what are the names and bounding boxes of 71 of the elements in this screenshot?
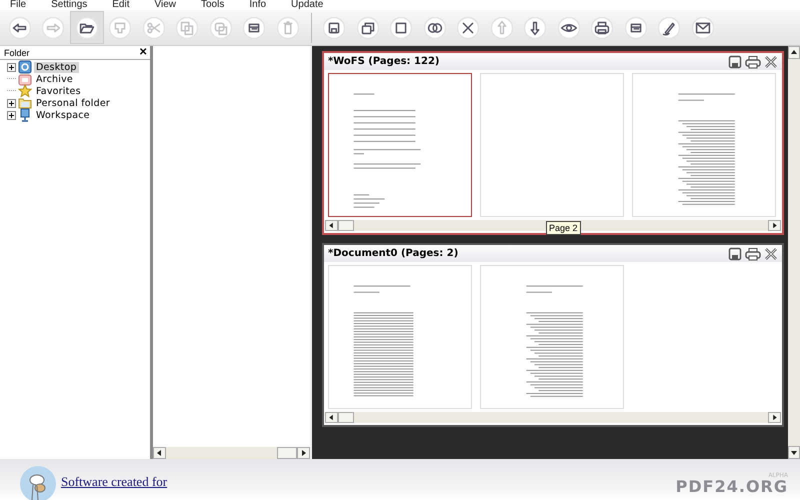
computer-icon: [18, 108, 32, 122]
page-thumbnail[interactable]: [328, 73, 472, 217]
vertical-scrollbar[interactable]: [788, 46, 800, 459]
expand-toggle[interactable]: [7, 62, 16, 72]
grid-icon: [624, 16, 647, 38]
save-icon[interactable]: [728, 246, 742, 260]
down-icon: [524, 16, 546, 38]
right-arrow-icon[interactable]: [770, 413, 779, 422]
grid-icon: [243, 16, 266, 38]
toolbar-button[interactable]: [70, 11, 104, 44]
save-icon: [323, 16, 346, 38]
left-arrow-icon[interactable]: [327, 221, 336, 230]
eye-icon: [558, 16, 580, 38]
back-icon: [8, 16, 31, 38]
forward-icon: [42, 16, 64, 38]
pen-icon: [658, 16, 680, 38]
sheep-logo-icon: [20, 466, 56, 500]
save-icon[interactable]: [728, 54, 742, 68]
tree-item[interactable]: Workspace: [34, 110, 92, 120]
down-arrow-icon[interactable]: [789, 448, 799, 457]
menu-item[interactable]: Update: [291, 0, 324, 10]
paste-icon: [210, 16, 232, 38]
horizontal-scrollbar[interactable]: [153, 447, 310, 459]
link[interactable]: Software created for: [61, 474, 168, 490]
tree-item[interactable]: Personal folder: [34, 98, 112, 108]
brand-logo: PDF24.ORG: [676, 479, 788, 495]
up-arrow-icon[interactable]: [789, 48, 799, 57]
panel-title: Folder: [4, 48, 30, 58]
archive-icon: [18, 72, 32, 86]
document-title: *Document0 (Pages: 2): [328, 248, 458, 259]
menu-item[interactable]: Info: [249, 0, 266, 10]
save-all-icon: [356, 16, 379, 38]
menu-item[interactable]: Settings: [51, 0, 88, 10]
scroll-thumb[interactable]: [277, 447, 297, 459]
scroll-thumb[interactable]: [338, 220, 354, 231]
copy-icon: [176, 16, 198, 38]
left-arrow-icon[interactable]: [155, 448, 164, 458]
join-icon: [424, 16, 446, 38]
close-button[interactable]: ✕: [139, 46, 147, 58]
close-icon[interactable]: [764, 54, 778, 68]
mail-icon: [692, 16, 714, 38]
print-icon[interactable]: [745, 54, 761, 68]
tree-item[interactable]: Archive: [34, 74, 75, 84]
up-icon: [490, 16, 513, 38]
trash-icon: [276, 16, 299, 38]
tree-item[interactable]: Desktop: [34, 62, 79, 72]
horizontal-scrollbar[interactable]: [325, 220, 781, 231]
tree-item[interactable]: Favorites: [34, 86, 83, 96]
expand-toggle[interactable]: [7, 110, 16, 120]
scroll-thumb[interactable]: [338, 412, 354, 423]
print-icon[interactable]: [745, 246, 761, 260]
cut-icon: [142, 16, 165, 38]
open-icon: [76, 16, 98, 38]
menu-item[interactable]: Tools: [201, 0, 224, 10]
document-title: *WoFS (Pages: 122): [328, 56, 440, 67]
menu-item[interactable]: File: [10, 0, 26, 10]
right-arrow-icon[interactable]: [299, 448, 308, 458]
desktop-icon: [18, 60, 32, 74]
menu-item[interactable]: Edit: [112, 0, 130, 10]
import-icon: [109, 16, 132, 38]
star-icon: [18, 84, 32, 98]
right-arrow-icon[interactable]: [770, 221, 779, 230]
folder-icon: [18, 96, 32, 110]
left-arrow-icon[interactable]: [327, 413, 336, 422]
horizontal-scrollbar[interactable]: [325, 412, 781, 423]
close-icon[interactable]: [764, 246, 778, 260]
expand-toggle[interactable]: [7, 98, 16, 108]
print-icon: [591, 16, 614, 38]
tooltip: Page 2: [546, 221, 581, 235]
delete-icon: [457, 16, 480, 38]
menu-item[interactable]: View: [154, 0, 176, 10]
